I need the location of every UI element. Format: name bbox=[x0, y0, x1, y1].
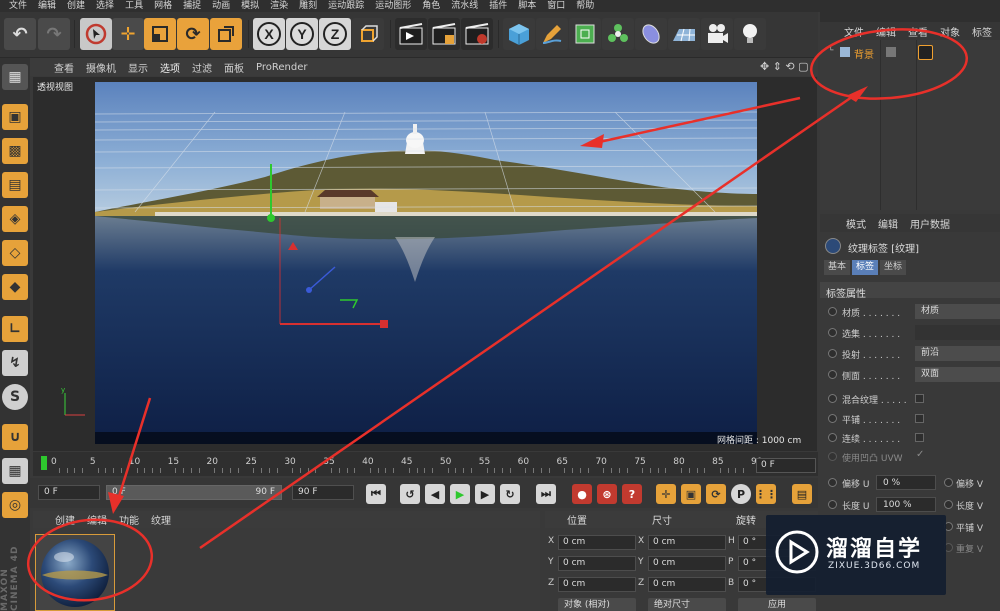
cinema4d-window: 文件 编辑 创建 选择 工具 网格 捕捉 动画 模拟 渲染 雕刻 运动跟踪 运动… bbox=[0, 0, 1000, 611]
annotation-circle-material bbox=[26, 518, 154, 602]
annotation-circle-object bbox=[809, 28, 969, 100]
annotation-arrow-long bbox=[199, 88, 863, 550]
annotation-arrow-material bbox=[114, 397, 152, 507]
annotation-arrow-viewport bbox=[589, 96, 801, 146]
annotation-overlay bbox=[26, 28, 969, 602]
